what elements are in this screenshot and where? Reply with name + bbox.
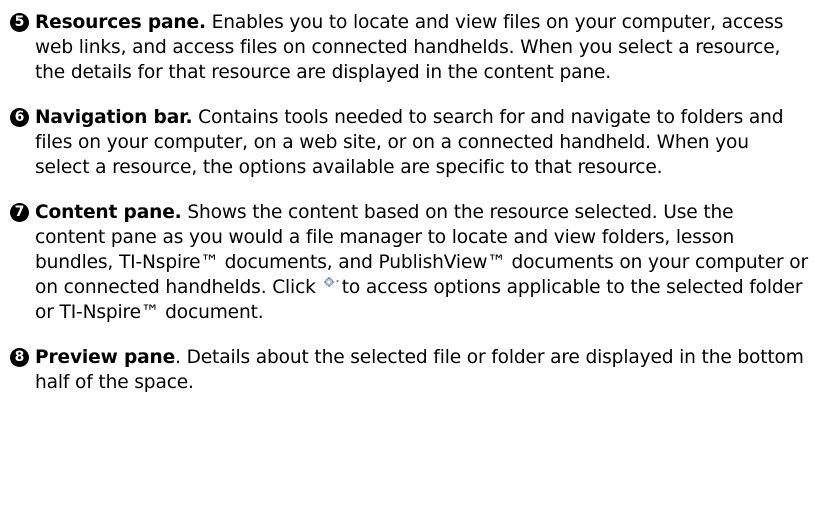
item-number-badge: 7 <box>10 203 29 222</box>
item-term: Navigation bar. <box>35 107 193 128</box>
item-description: Preview pane. Details about the selected… <box>35 345 809 395</box>
item-number-badge: 8 <box>10 348 29 367</box>
gear-options-icon <box>323 275 340 287</box>
item-term: Resources pane. <box>35 12 206 33</box>
document-page: 5 Resources pane. Enables you to locate … <box>0 0 819 513</box>
item-term: Content pane. <box>35 202 182 223</box>
item-description: Content pane. Shows the content based on… <box>35 200 809 325</box>
list-item-content-pane: 7 Content pane. Shows the content based … <box>10 200 809 325</box>
item-term: Preview pane <box>35 347 176 368</box>
list-item-navigation-bar: 6 Navigation bar. Contains tools needed … <box>10 105 809 180</box>
item-description: Navigation bar. Contains tools needed to… <box>35 105 809 180</box>
item-description: Resources pane. Enables you to locate an… <box>35 10 809 85</box>
list-item-preview-pane: 8 Preview pane. Details about the select… <box>10 345 809 395</box>
item-number-badge: 5 <box>10 13 29 32</box>
item-number-badge: 6 <box>10 108 29 127</box>
list-item-resources-pane: 5 Resources pane. Enables you to locate … <box>10 10 809 85</box>
